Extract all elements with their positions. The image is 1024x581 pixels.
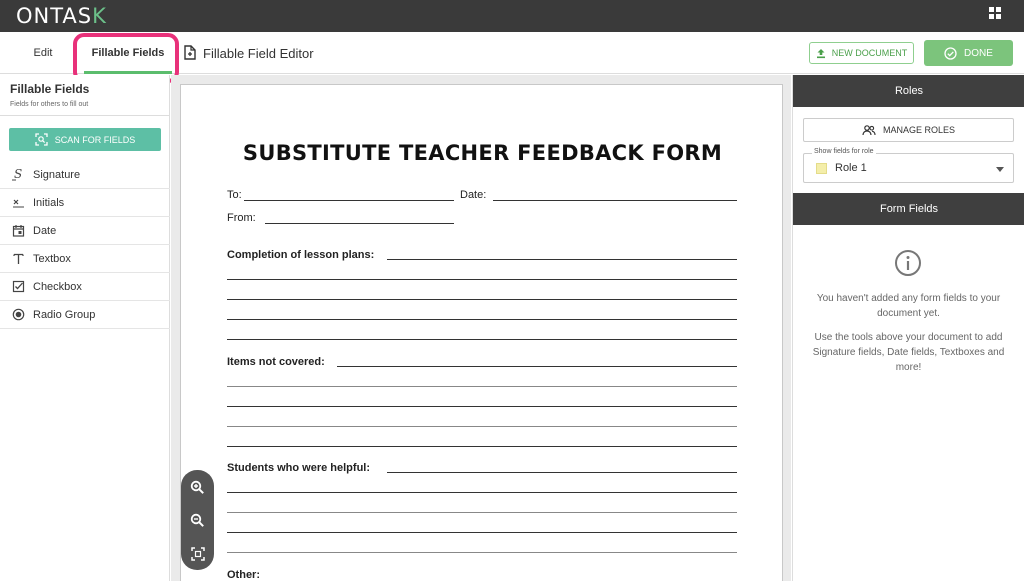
document-page[interactable]: SUBSTITUTE TEACHER FEEDBACK FORM To: Dat… (180, 84, 783, 581)
ontask-logo[interactable]: ONTASK (16, 4, 107, 28)
divider (0, 115, 170, 116)
role-select-label: Show fields for role (812, 148, 876, 155)
sidebar-item-signature[interactable]: S Signature (0, 161, 170, 189)
zoom-in-icon (190, 480, 204, 494)
section-items-not-covered-label: Items not covered: (227, 356, 325, 368)
answer-line (227, 406, 737, 407)
sidebar-item-checkbox[interactable]: Checkbox (0, 273, 170, 301)
role-select-dropdown[interactable]: Show fields for role Role 1 (803, 148, 1014, 183)
right-panel: Roles MANAGE ROLES Show fields for role … (792, 75, 1024, 581)
zoom-out-icon (190, 513, 204, 527)
fit-screen-icon (190, 546, 205, 561)
new-document-button[interactable]: NEW DOCUMENT (809, 42, 914, 64)
empty-state-message: You haven't added any form fields to you… (816, 293, 1001, 319)
answer-line (337, 366, 737, 367)
empty-state-hint: Use the tools above your document to add… (812, 332, 1005, 373)
sidebar-item-initials[interactable]: Initials (0, 189, 170, 217)
fit-page-button[interactable] (181, 537, 214, 570)
sidebar-item-radio-group[interactable]: Radio Group (0, 301, 170, 329)
to-line (244, 200, 454, 201)
calendar-icon (11, 224, 25, 237)
section-other-label: Other: (227, 569, 260, 581)
signature-icon: S (11, 168, 25, 181)
manage-roles-button[interactable]: MANAGE ROLES (803, 118, 1014, 142)
textbox-icon (11, 252, 25, 265)
answer-line (227, 532, 737, 533)
answer-line (227, 319, 737, 320)
sidebar-item-label: Textbox (33, 252, 71, 265)
sidebar-item-label: Checkbox (33, 280, 82, 293)
answer-line (387, 259, 737, 260)
section-helpful-students-label: Students who were helpful: (227, 462, 371, 474)
from-label: From: (227, 212, 256, 224)
check-circle-icon (944, 46, 957, 60)
zoom-controls (181, 470, 214, 570)
answer-line (227, 299, 737, 300)
top-bar: ONTASK (0, 0, 1024, 32)
done-button[interactable]: DONE (924, 40, 1013, 66)
upload-icon (816, 48, 825, 58)
checkbox-icon (11, 280, 25, 293)
date-line (493, 200, 737, 201)
date-label: Date: (460, 189, 487, 201)
tab-edit[interactable]: Edit (25, 32, 61, 74)
section-lesson-plans-label: Completion of lesson plans: (227, 249, 375, 261)
apps-grid-icon[interactable] (989, 7, 1002, 20)
editor-title: Fillable Field Editor (183, 32, 314, 74)
form-fields-header: Form Fields (793, 193, 1024, 225)
roles-header: Roles (793, 75, 1024, 107)
answer-line (227, 512, 737, 513)
role-color-swatch (816, 163, 827, 174)
form-title: SUBSTITUTE TEACHER FEEDBACK FORM (242, 141, 723, 165)
sidebar-item-label: Signature (33, 168, 81, 181)
sidebar-title: Fillable Fields (10, 82, 90, 96)
info-icon (895, 250, 921, 276)
answer-line (227, 426, 737, 427)
answer-line (227, 446, 737, 447)
editor-title-text: Fillable Field Editor (203, 45, 314, 61)
answer-line (227, 492, 737, 493)
initials-icon (11, 196, 25, 209)
answer-line (227, 386, 737, 387)
svg-text:S: S (14, 168, 22, 181)
from-line (265, 223, 454, 224)
answer-line (227, 339, 737, 340)
sidebar-subtitle: Fields for others to fill out (10, 101, 89, 108)
users-icon (862, 124, 876, 135)
document-viewer[interactable]: SUBSTITUTE TEACHER FEEDBACK FORM To: Dat… (171, 75, 791, 581)
sidebar-item-date[interactable]: Date (0, 217, 170, 245)
dropdown-caret-icon (996, 167, 1004, 172)
scan-for-fields-button[interactable]: SCAN FOR FIELDS (9, 128, 161, 151)
document-edit-icon (184, 45, 196, 60)
role-select-value: Role 1 (835, 162, 867, 174)
zoom-out-button[interactable] (181, 504, 214, 537)
answer-line (387, 472, 737, 473)
to-label: To: (227, 189, 242, 201)
sidebar-item-textbox[interactable]: Textbox (0, 245, 170, 273)
zoom-in-button[interactable] (181, 471, 214, 504)
sidebar-item-label: Radio Group (33, 308, 96, 321)
radio-icon (11, 308, 25, 321)
scan-icon (35, 133, 48, 146)
answer-line (227, 552, 737, 553)
sidebar-item-label: Date (33, 224, 57, 237)
sidebar-item-label: Initials (33, 196, 65, 209)
answer-line (227, 279, 737, 280)
fillable-fields-sidebar: Fillable Fields Fields for others to fil… (0, 75, 170, 581)
